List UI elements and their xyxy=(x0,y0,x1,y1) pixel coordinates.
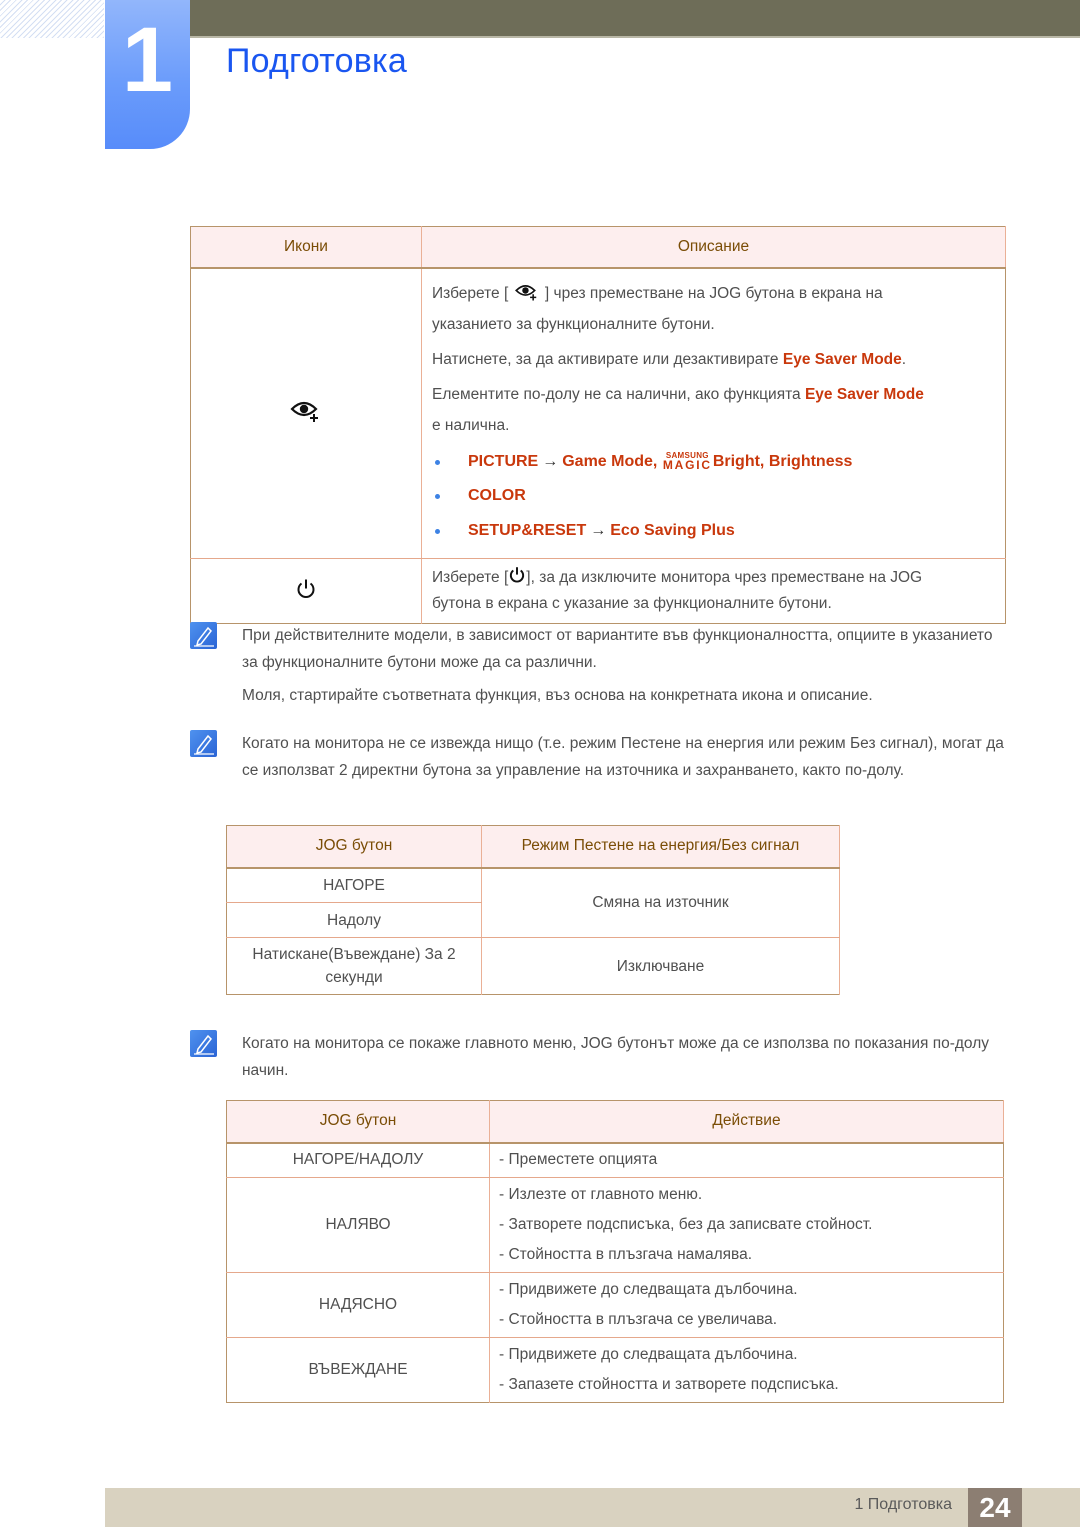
text: Изберете [ xyxy=(432,569,509,586)
action-text: - Запазете стойността и затворете подспи… xyxy=(499,1376,839,1393)
jog-button-cell: НАГОРЕ/НАДОЛУ xyxy=(226,1142,490,1178)
text: ] чрез преместване на JOG бутона в екран… xyxy=(544,284,883,302)
text: ], за да изключите монитора чрез премест… xyxy=(526,569,923,586)
text: Натиснете, за да активирате или дезактив… xyxy=(432,350,783,368)
note-text: Когато на монитора се покаже главното ме… xyxy=(242,1035,989,1079)
chapter-badge: 1 xyxy=(105,0,190,149)
action-cell: - Излезте от главното меню. - Затворете … xyxy=(489,1177,1004,1273)
icon-cell xyxy=(190,267,422,559)
column-header-jog-button: JOG бутон xyxy=(226,1100,490,1144)
menu-reference: Eye Saver Mode xyxy=(782,350,902,368)
jog-button-cell: ВЪВЕЖДАНЕ xyxy=(226,1337,490,1403)
table-row: НАДЯСНО - Придвижете до следващата дълбо… xyxy=(226,1272,1004,1338)
action-text: - Преместете опцията xyxy=(499,1151,658,1169)
samsung-magic-logo: SAMSUNG MAGIC xyxy=(662,450,712,472)
arrow-icon: → xyxy=(590,521,607,539)
table-row: НАЛЯВО - Излезте от главното меню. - Зат… xyxy=(226,1177,1004,1273)
note-pencil-icon xyxy=(190,730,217,757)
menu-reference: COLOR xyxy=(468,487,526,504)
eye-saver-icon xyxy=(513,284,541,302)
page-number: 24 xyxy=(968,1488,1022,1527)
power-saving-table: JOG бутон Режим Пестене на енергия/Без с… xyxy=(226,825,840,995)
power-icon xyxy=(508,567,526,586)
action-text: - Стойността в плъзгача се увеличава. xyxy=(499,1311,778,1328)
note: При действителните модели, в зависимост … xyxy=(190,622,1010,709)
column-header-jog-button: JOG бутон xyxy=(226,825,482,869)
unavailable-items-list: PICTURE → Game Mode, SAMSUNG MAGIC Bright, B… xyxy=(432,445,995,549)
chapter-number: 1 xyxy=(121,9,174,111)
action-text: - Излезте от главното меню. xyxy=(499,1186,703,1203)
menu-reference: Game Mode xyxy=(562,452,653,470)
table-header-row: JOG бутон Действие xyxy=(226,1100,1004,1144)
note: Когато на монитора се покаже главното ме… xyxy=(190,1030,1010,1084)
text: . xyxy=(901,350,907,368)
jog-button-cell: НАГОРЕ xyxy=(226,867,482,903)
note-pencil-icon xyxy=(190,1030,217,1057)
table-row: Изберете [ ], за да изключите монитора чр… xyxy=(190,558,1006,624)
menu-reference: Bright xyxy=(712,452,760,470)
action-cell: - Преместете опцията xyxy=(489,1142,1004,1178)
description-cell: Изберете [ ] чрез преместване на JOG бут… xyxy=(421,267,1006,559)
note-text: Когато на монитора не се извежда нищо (т… xyxy=(242,735,1004,779)
menu-reference: SETUP&RESET xyxy=(468,521,587,539)
eye-saver-icon xyxy=(289,401,323,428)
action-cell: - Придвижете до следващата дълбочина. - … xyxy=(490,1338,1004,1403)
menu-reference: Eye Saver Mode xyxy=(804,385,924,403)
note-text: Моля, стартирайте съответната функция, в… xyxy=(242,687,873,704)
table-row: Изберете [ ] чрез преместване на JOG бут… xyxy=(190,267,1006,559)
decorative-hatch xyxy=(0,0,104,38)
column-header-icons: Икони xyxy=(190,226,422,269)
text: Изберете [ xyxy=(432,284,509,302)
table-row: НАГОРЕ Смяна на източник xyxy=(226,867,840,938)
action-text: - Затворете подсписъка, без да записвате… xyxy=(499,1216,873,1233)
table-row: Натискане(Въвеждане) За 2 секунди Изключ… xyxy=(226,937,840,995)
table-row: ВЪВЕЖДАНЕ - Придвижете до следващата дъл… xyxy=(226,1337,1004,1403)
jog-button-cell: Натискане(Въвеждане) За 2 секунди xyxy=(226,937,482,995)
jog-button-cell: НАДЯСНО xyxy=(226,1272,490,1338)
note-text: При действителните модели, в зависимост … xyxy=(242,627,993,671)
list-item: PICTURE → Game Mode, SAMSUNG MAGIC Bright, B… xyxy=(432,445,995,480)
note-pencil-icon xyxy=(190,622,217,649)
menu-reference: PICTURE xyxy=(468,452,539,470)
power-icon xyxy=(295,579,317,604)
text: е налична. xyxy=(432,416,510,434)
separator: , xyxy=(652,452,662,470)
footer-section-label: 1 Подготовка xyxy=(854,1496,952,1513)
column-header-mode: Режим Пестене на енергия/Без сигнал xyxy=(481,825,840,869)
action-text: - Придвижете до следващата дълбочина. xyxy=(499,1281,798,1298)
page-footer: 1 Подготовка xyxy=(105,1488,1080,1527)
jog-button-cell: НАЛЯВО xyxy=(226,1177,490,1273)
arrow-icon: → xyxy=(542,452,559,470)
action-cell: Смяна на източник xyxy=(481,867,840,938)
list-item: SETUP&RESET → Eco Saving Plus xyxy=(432,514,995,549)
text: указанието за функционалните бутони. xyxy=(432,315,715,333)
menu-reference: Brightness xyxy=(768,452,853,470)
table-header-row: JOG бутон Режим Пестене на енергия/Без с… xyxy=(226,825,840,869)
menu-navigation-table: JOG бутон Действие НАГОРЕ/НАДОЛУ - Преме… xyxy=(226,1100,1004,1403)
icons-table: Икони Описание Изберете [ ] чрез премест… xyxy=(190,226,1006,624)
description-cell: Изберете [ ], за да изключите монитора чр… xyxy=(422,559,1006,624)
text: Елементите по-долу не са налични, ако фу… xyxy=(432,385,805,403)
action-cell: Изключване xyxy=(481,937,840,995)
action-text: - Придвижете до следващата дълбочина. xyxy=(499,1346,798,1363)
table-row: НАГОРЕ/НАДОЛУ - Преместете опцията xyxy=(226,1142,1004,1178)
header-bar xyxy=(190,0,1080,38)
column-header-description: Описание xyxy=(421,226,1006,269)
action-cell: - Придвижете до следващата дълбочина. - … xyxy=(489,1272,1004,1338)
table-header-row: Икони Описание xyxy=(190,226,1006,269)
separator: , xyxy=(759,452,769,470)
menu-reference: Eco Saving Plus xyxy=(610,521,735,539)
text: бутона в екрана с указание за функционал… xyxy=(432,595,832,612)
chapter-title: Подготовка xyxy=(226,42,407,80)
action-text: - Стойността в плъзгача намалява. xyxy=(499,1246,752,1263)
jog-button-cell: Надолу xyxy=(226,902,482,938)
list-item: COLOR xyxy=(432,479,995,514)
column-header-action: Действие xyxy=(489,1100,1004,1144)
icon-cell xyxy=(190,558,422,624)
note: Когато на монитора не се извежда нищо (т… xyxy=(190,730,1010,784)
